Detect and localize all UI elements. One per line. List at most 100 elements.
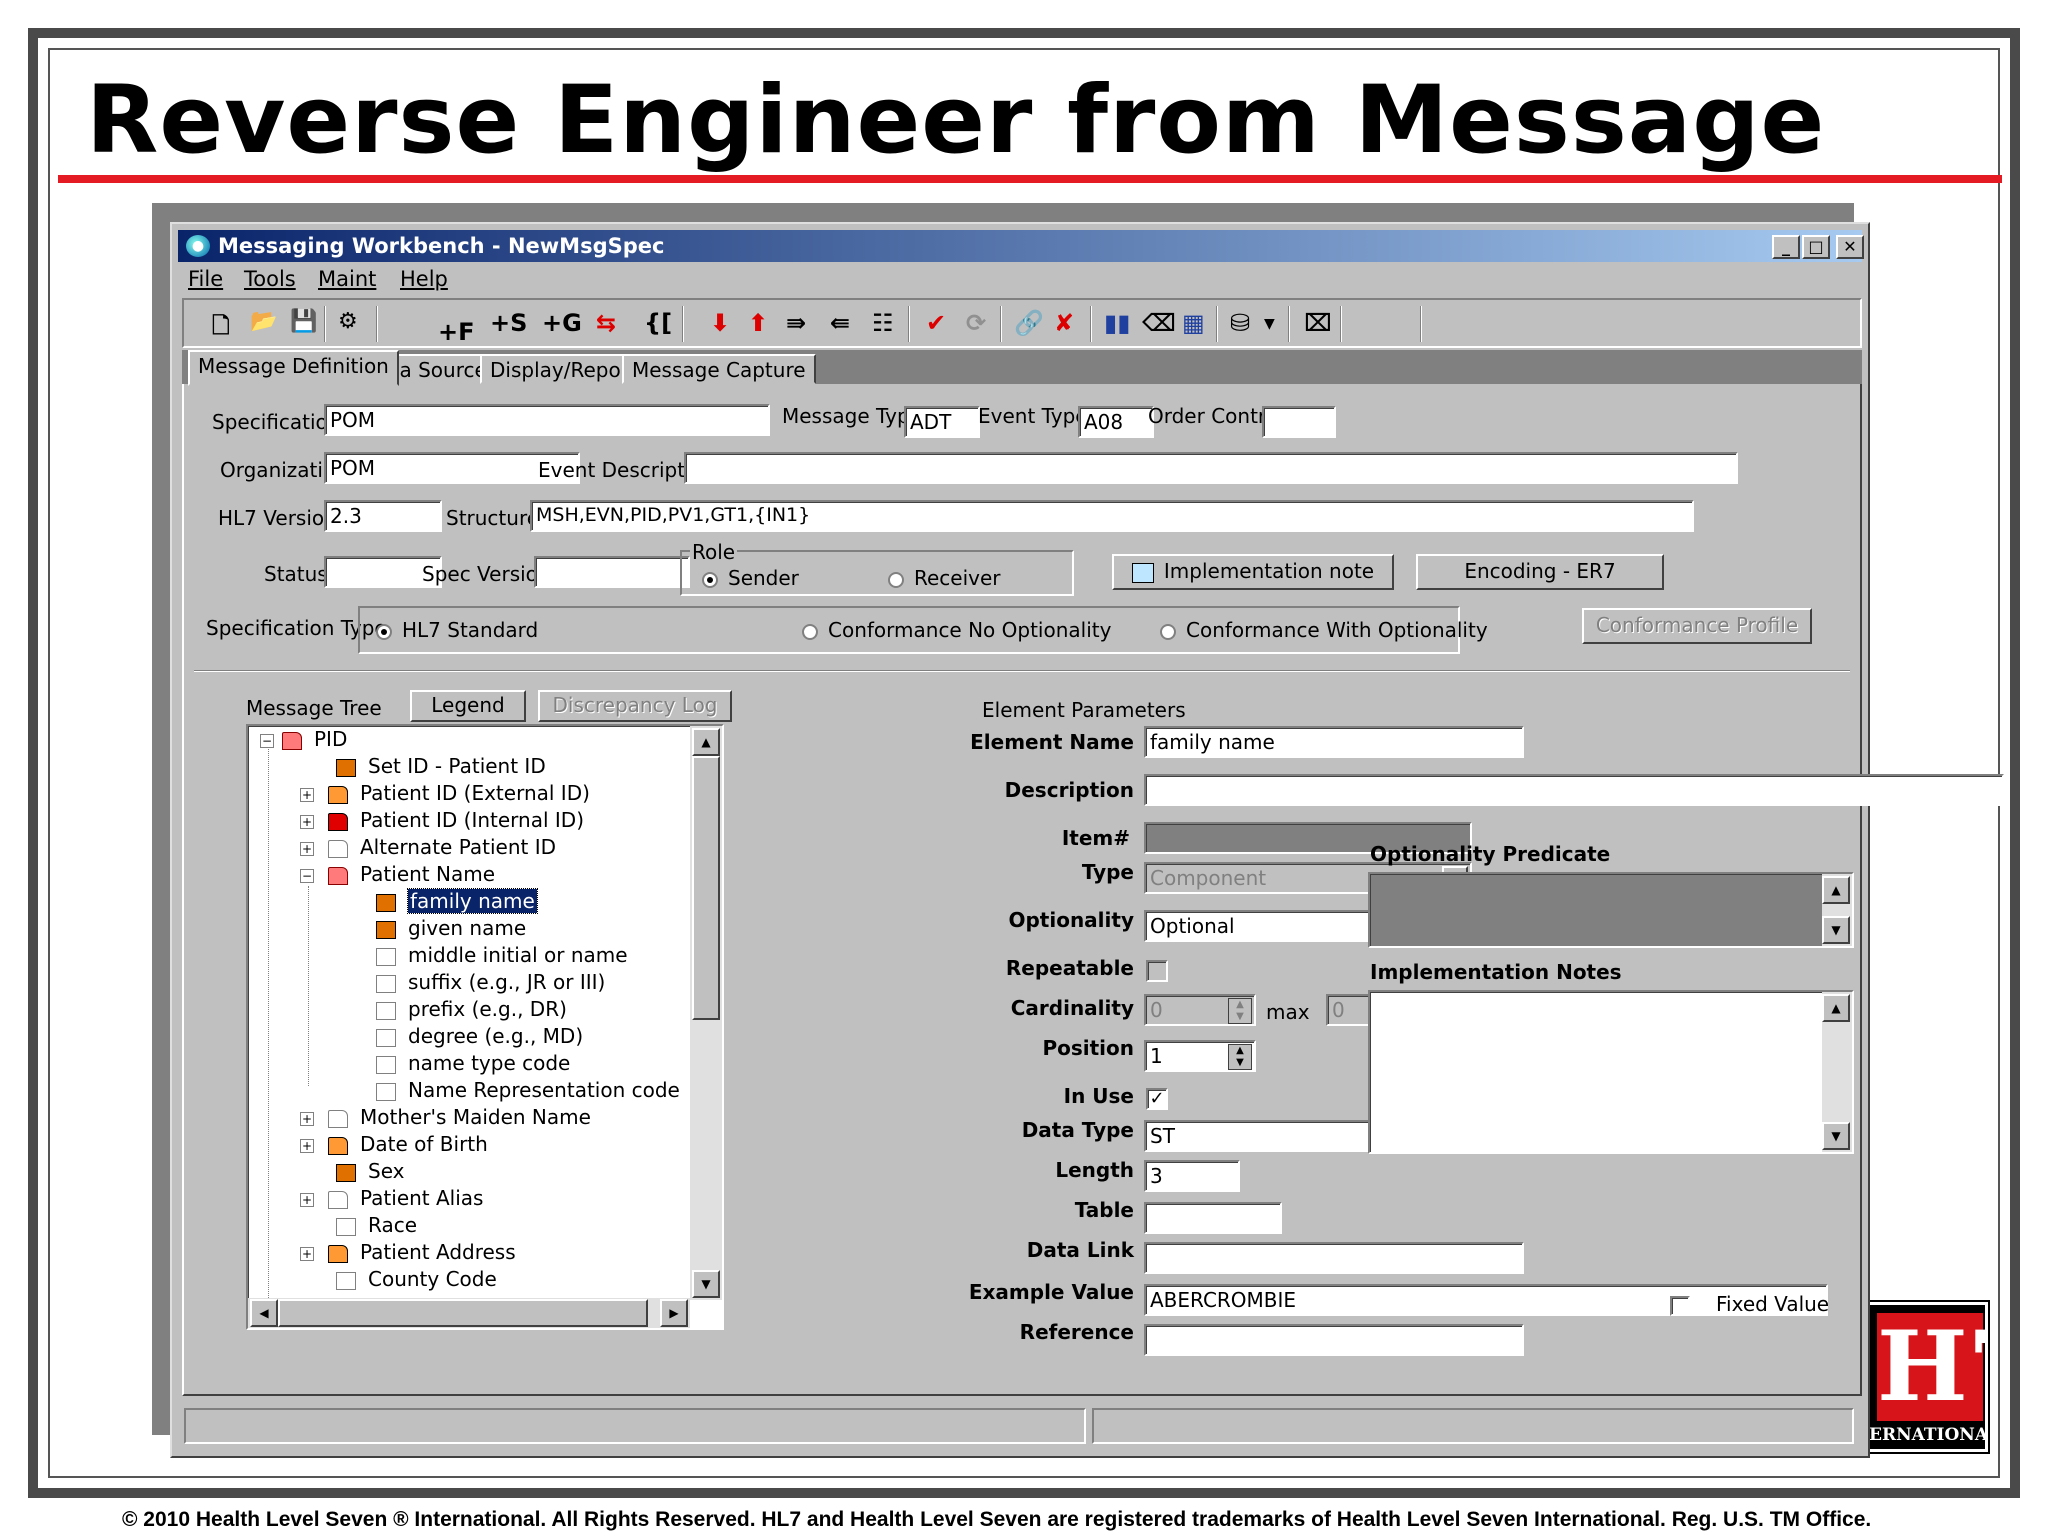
menu-tools[interactable]: Tools (244, 267, 296, 291)
role-sender-radio[interactable]: Sender (702, 566, 799, 590)
menu-file[interactable]: File (188, 267, 223, 291)
scroll-up-icon[interactable]: ▲ (1822, 994, 1850, 1022)
scroll-down-icon[interactable]: ▼ (1822, 1122, 1850, 1150)
tree-item[interactable]: degree (e.g., MD) (376, 1023, 583, 1050)
scroll-thumb[interactable] (278, 1299, 648, 1327)
tree-item[interactable]: + Patient Alias (300, 1185, 483, 1212)
expand-icon[interactable]: + (300, 841, 314, 856)
encoding-button[interactable]: Encoding - ER7 (1416, 554, 1664, 590)
position-field[interactable]: 1 ▲ ▼ (1144, 1040, 1256, 1072)
discrepancy-log-button[interactable]: Discrepancy Log (538, 690, 732, 722)
scroll-left-icon[interactable]: ◀ (250, 1299, 278, 1327)
close-button[interactable]: ✕ (1836, 235, 1864, 259)
clear-icon[interactable]: ⌧ (1304, 309, 1332, 337)
spinner-icon[interactable]: ▲▼ (1228, 1044, 1252, 1070)
add-group-button[interactable]: +G (542, 309, 582, 337)
description-field[interactable] (1144, 774, 2004, 806)
length-field[interactable]: 3 (1144, 1160, 1240, 1192)
spec-type-no-optionality-radio[interactable]: Conformance No Optionality (802, 618, 1111, 642)
tree-item[interactable]: Sex (336, 1158, 404, 1185)
optionality-predicate-field[interactable]: ▲ ▼ (1368, 872, 1854, 948)
tree-item[interactable]: + Patient ID (External ID) (300, 780, 590, 807)
tree-item[interactable]: − PID (260, 726, 347, 753)
scroll-down-icon[interactable]: ▼ (1822, 916, 1850, 944)
chart-icon[interactable]: ▮▮ (1104, 309, 1130, 337)
message-type-field[interactable]: ADT (904, 406, 980, 438)
fixed-value-checkbox[interactable] (1670, 1296, 1690, 1316)
repeatable-checkbox[interactable] (1146, 960, 1168, 982)
expand-icon[interactable]: + (300, 1111, 314, 1126)
role-receiver-radio[interactable]: Receiver (888, 566, 1001, 590)
event-description-field[interactable] (684, 452, 1738, 484)
eraser-icon[interactable]: ⌫ (1142, 309, 1176, 337)
move-left-icon[interactable]: ⇆ (596, 309, 616, 337)
expand-icon[interactable]: + (300, 1246, 314, 1261)
add-segment-button[interactable]: +S (490, 309, 527, 337)
tree-item[interactable]: + Alternate Patient ID (300, 834, 556, 861)
menu-maint[interactable]: Maint (318, 267, 376, 291)
order-control-field[interactable] (1262, 406, 1336, 438)
scroll-down-icon[interactable]: ▼ (692, 1270, 720, 1298)
settings-icon[interactable]: ⚙ (338, 309, 358, 334)
specification-field[interactable]: POM (324, 404, 770, 436)
tree-item[interactable]: + Patient ID (Internal ID) (300, 807, 584, 834)
refresh-icon[interactable]: ⟳ (966, 309, 986, 337)
tree-item[interactable]: Race (336, 1212, 417, 1239)
scroll-up-icon[interactable]: ▲ (1822, 876, 1850, 904)
validate-check-icon[interactable]: ✔ (926, 309, 946, 337)
conformance-profile-button[interactable]: Conformance Profile (1582, 608, 1812, 644)
tree-structure-icon[interactable]: ☷ (872, 309, 894, 337)
tree-item[interactable]: Set ID - Patient ID (336, 753, 546, 780)
scrollbar[interactable]: ▲ ▼ (1822, 874, 1852, 946)
cardinality-max-field[interactable]: 0 ▲ ▼ (1144, 994, 1256, 1026)
database-icon[interactable]: ⛁ (1230, 309, 1250, 337)
maximize-button[interactable]: □ (1802, 235, 1830, 259)
open-folder-icon[interactable]: 📂 (250, 309, 277, 334)
event-type-field[interactable]: A08 (1078, 406, 1154, 438)
scrollbar[interactable]: ▲ ▼ (1822, 992, 1852, 1152)
collapse-icon[interactable]: − (300, 868, 314, 883)
tree-item[interactable]: + Patient Address (300, 1239, 516, 1266)
chevron-down-icon[interactable]: ▼ (1264, 316, 1275, 332)
tree-horizontal-scrollbar[interactable]: ◀ ▶ (248, 1298, 690, 1328)
minimize-button[interactable]: _ (1772, 235, 1800, 259)
tree-item[interactable]: prefix (e.g., DR) (376, 996, 567, 1023)
promote-icon[interactable]: ⇛ (786, 309, 806, 337)
menu-help[interactable]: Help (400, 267, 448, 291)
legend-button[interactable]: Legend (410, 690, 526, 722)
title-bar[interactable]: ● Messaging Workbench - NewMsgSpec _ □ ✕ (178, 230, 1864, 262)
spec-type-with-optionality-radio[interactable]: Conformance With Optionality (1160, 618, 1488, 642)
scroll-up-icon[interactable]: ▲ (692, 728, 720, 756)
expand-icon[interactable]: + (300, 787, 314, 802)
tree-item[interactable]: given name (376, 915, 526, 942)
tree-vertical-scrollbar[interactable]: ▲ ▼ (690, 726, 722, 1300)
tree-item[interactable]: County Code (336, 1266, 497, 1293)
expand-icon[interactable]: + (300, 1192, 314, 1207)
data-link-field[interactable] (1144, 1242, 1524, 1274)
tab-message-capture[interactable]: Message Capture (622, 354, 816, 384)
move-down-icon[interactable]: ⬇ (710, 309, 730, 337)
table-icon[interactable]: ▦ (1182, 309, 1205, 337)
table-field[interactable] (1144, 1202, 1282, 1234)
tree-item[interactable]: family name (376, 888, 538, 915)
move-up-icon[interactable]: ⬆ (748, 309, 768, 337)
tree-item[interactable]: + Date of Birth (300, 1131, 488, 1158)
spinner-icon[interactable]: ▲▼ (1228, 998, 1252, 1024)
implementation-notes-field[interactable]: ▲ ▼ (1368, 990, 1854, 1154)
message-tree[interactable]: − PID Set ID - Patient ID + Patient ID (Ex… (246, 724, 724, 1330)
expand-icon[interactable]: + (300, 1138, 314, 1153)
expand-icon[interactable]: + (300, 814, 314, 829)
in-use-checkbox[interactable]: ✓ (1146, 1088, 1168, 1110)
save-icon[interactable]: 💾 (290, 309, 317, 334)
link-icon[interactable]: 🔗 (1014, 309, 1044, 337)
brace-button[interactable]: {[ (644, 309, 672, 337)
spec-version-field[interactable] (534, 556, 690, 588)
structure-field[interactable]: MSH,EVN,PID,PV1,GT1,{IN1} (530, 500, 1694, 532)
collapse-icon[interactable]: − (260, 733, 274, 748)
tree-item[interactable]: − Patient Name (300, 861, 495, 888)
scroll-right-icon[interactable]: ▶ (660, 1299, 688, 1327)
spec-type-hl7-radio[interactable]: HL7 Standard (376, 618, 538, 642)
tab-message-definition[interactable]: Message Definition (188, 350, 399, 386)
hl7-version-field[interactable]: 2.3 (324, 500, 442, 532)
scroll-thumb[interactable] (692, 756, 720, 1020)
